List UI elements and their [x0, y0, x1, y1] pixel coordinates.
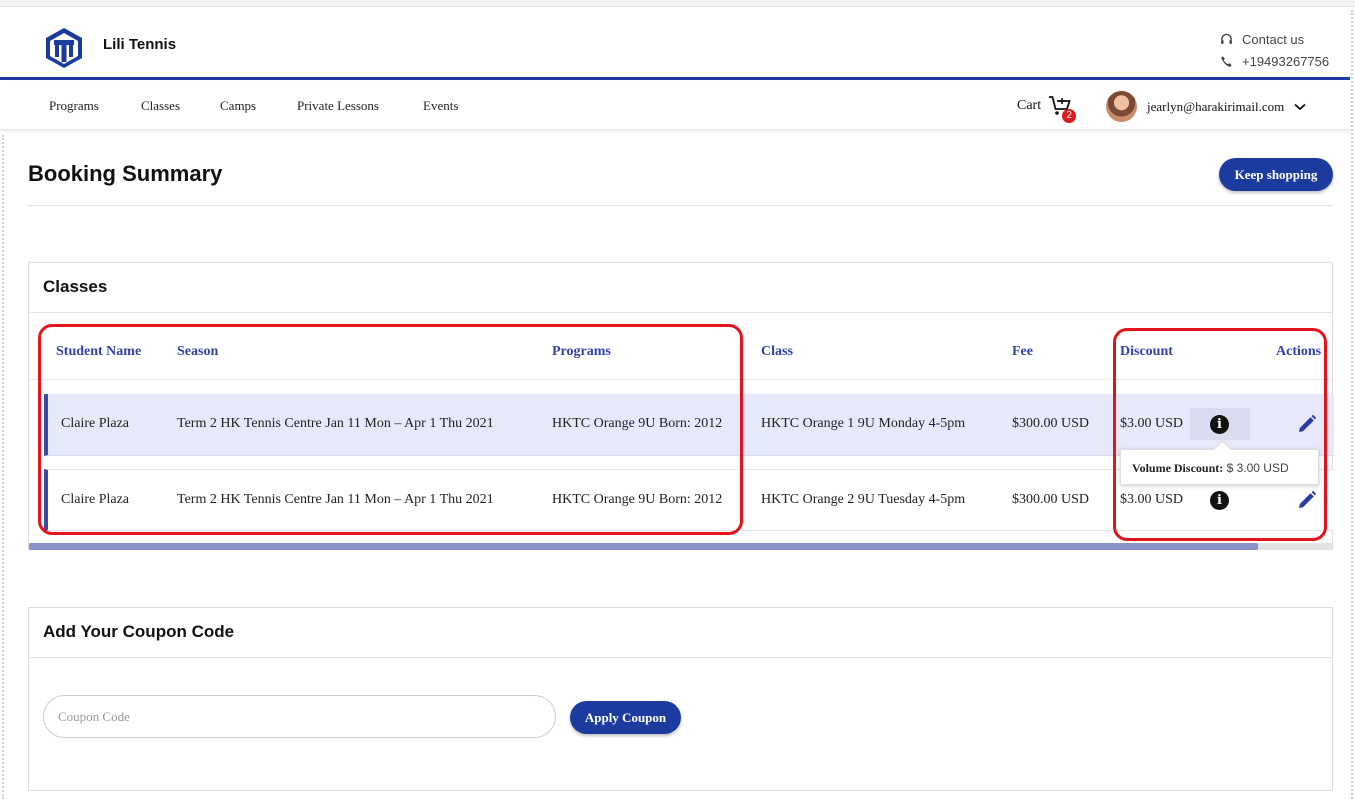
fee-cell: $300.00 USD: [1012, 416, 1090, 431]
contact-block: Contact us +19493267756: [1220, 28, 1330, 72]
main-nav: Programs Classes Camps Private Lessons E…: [0, 83, 1350, 130]
annotation-box-student-programs: [38, 324, 743, 535]
cart-label: Cart: [1017, 98, 1042, 113]
phone-number: +19493267756: [1242, 53, 1330, 69]
cart-count-badge: 2: [1062, 109, 1077, 123]
coupon-heading: Add Your Coupon Code: [29, 608, 1332, 658]
avatar: [1106, 91, 1137, 122]
lili-tennis-logo-icon[interactable]: [44, 27, 84, 69]
headset-icon: [1221, 33, 1232, 44]
user-menu[interactable]: jearlyn@harakirimail.com: [1106, 91, 1306, 122]
contact-us-link[interactable]: Contact us: [1220, 28, 1330, 50]
site-header: Lili Tennis Contact us +19493267756: [0, 8, 1350, 80]
chevron-down-icon: [1294, 103, 1306, 110]
horizontal-scrollbar[interactable]: [29, 543, 1332, 550]
nav-item-programs[interactable]: Programs: [49, 98, 99, 114]
left-dotted-border: [2, 135, 4, 799]
phone-icon: [1221, 55, 1232, 67]
user-email: jearlyn@harakirimail.com: [1147, 98, 1285, 114]
nav-item-classes[interactable]: Classes: [141, 98, 180, 114]
column-header-class: Class: [761, 344, 793, 359]
scrollbar-thumb[interactable]: [29, 543, 1258, 550]
class-cell: HKTC Orange 2 9U Tuesday 4-5pm: [761, 492, 966, 507]
browser-top-strip: [0, 0, 1355, 7]
coupon-code-input[interactable]: [43, 695, 556, 738]
annotation-box-discount-actions: [1113, 328, 1327, 541]
right-dotted-border: [1351, 10, 1353, 799]
coupon-card: Add Your Coupon Code Apply Coupon: [28, 607, 1333, 791]
contact-us-label: Contact us: [1242, 31, 1305, 47]
brand-name: Lili Tennis: [103, 36, 177, 53]
nav-item-camps[interactable]: Camps: [220, 98, 256, 114]
classes-heading: Classes: [29, 263, 1332, 313]
cart-button[interactable]: Cart 2: [1017, 95, 1077, 123]
title-divider: [27, 205, 1333, 206]
column-header-fee: Fee: [1012, 344, 1033, 359]
class-cell: HKTC Orange 1 9U Monday 4-5pm: [761, 416, 966, 431]
nav-item-events[interactable]: Events: [423, 98, 458, 114]
phone-link[interactable]: +19493267756: [1220, 50, 1330, 72]
cart-icon: 2: [1048, 95, 1077, 123]
nav-item-private-lessons[interactable]: Private Lessons: [297, 98, 379, 114]
apply-coupon-button[interactable]: Apply Coupon: [570, 701, 681, 734]
page-title: Booking Summary: [28, 161, 223, 186]
keep-shopping-button[interactable]: Keep shopping: [1219, 158, 1333, 191]
fee-cell: $300.00 USD: [1012, 492, 1090, 507]
